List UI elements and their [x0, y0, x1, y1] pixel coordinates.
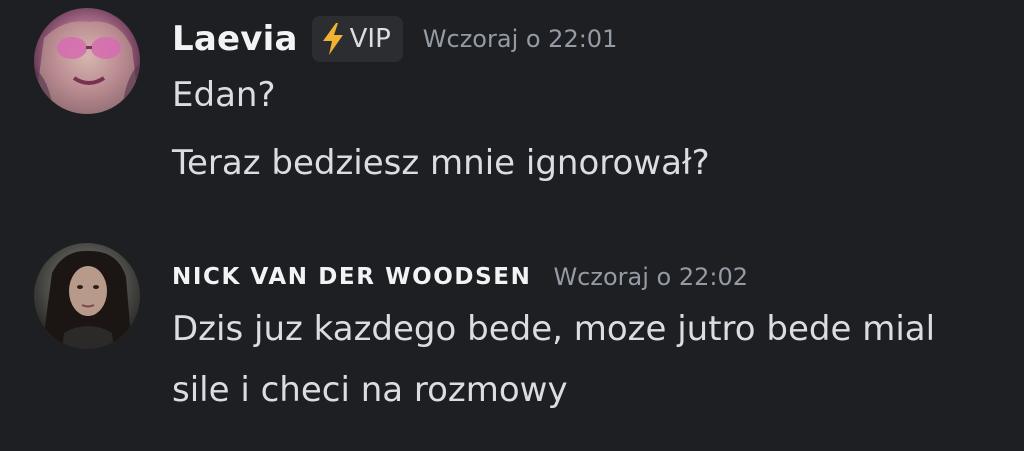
- timestamp[interactable]: Wczoraj o 22:02: [553, 263, 748, 291]
- timestamp[interactable]: Wczoraj o 22:01: [423, 25, 618, 53]
- username[interactable]: NICK VAN DER WOODSEN: [172, 264, 531, 290]
- badge-label: VIP: [349, 24, 391, 54]
- message-header: NICK VAN DER WOODSEN Wczoraj o 22:02: [172, 252, 748, 302]
- username[interactable]: Laevia: [172, 19, 298, 59]
- chat-messages: Laevia VIP Wczoraj o 22:01 Edan? Teraz b…: [0, 0, 1024, 451]
- avatar[interactable]: [34, 243, 140, 349]
- message-text: sile i checi na rozmowy: [172, 370, 568, 410]
- avatar-image: [34, 8, 140, 114]
- avatar[interactable]: [34, 8, 140, 114]
- avatar-image: [34, 243, 140, 349]
- message-header: Laevia VIP Wczoraj o 22:01: [172, 14, 617, 64]
- lightning-icon: [322, 23, 343, 55]
- message-text: Edan?: [172, 75, 276, 115]
- vip-badge[interactable]: VIP: [311, 16, 403, 62]
- message-text: Teraz bedziesz mnie ignorował?: [172, 143, 710, 183]
- message-text: Dzis juz kazdego bede, moze jutro bede m…: [172, 309, 936, 349]
